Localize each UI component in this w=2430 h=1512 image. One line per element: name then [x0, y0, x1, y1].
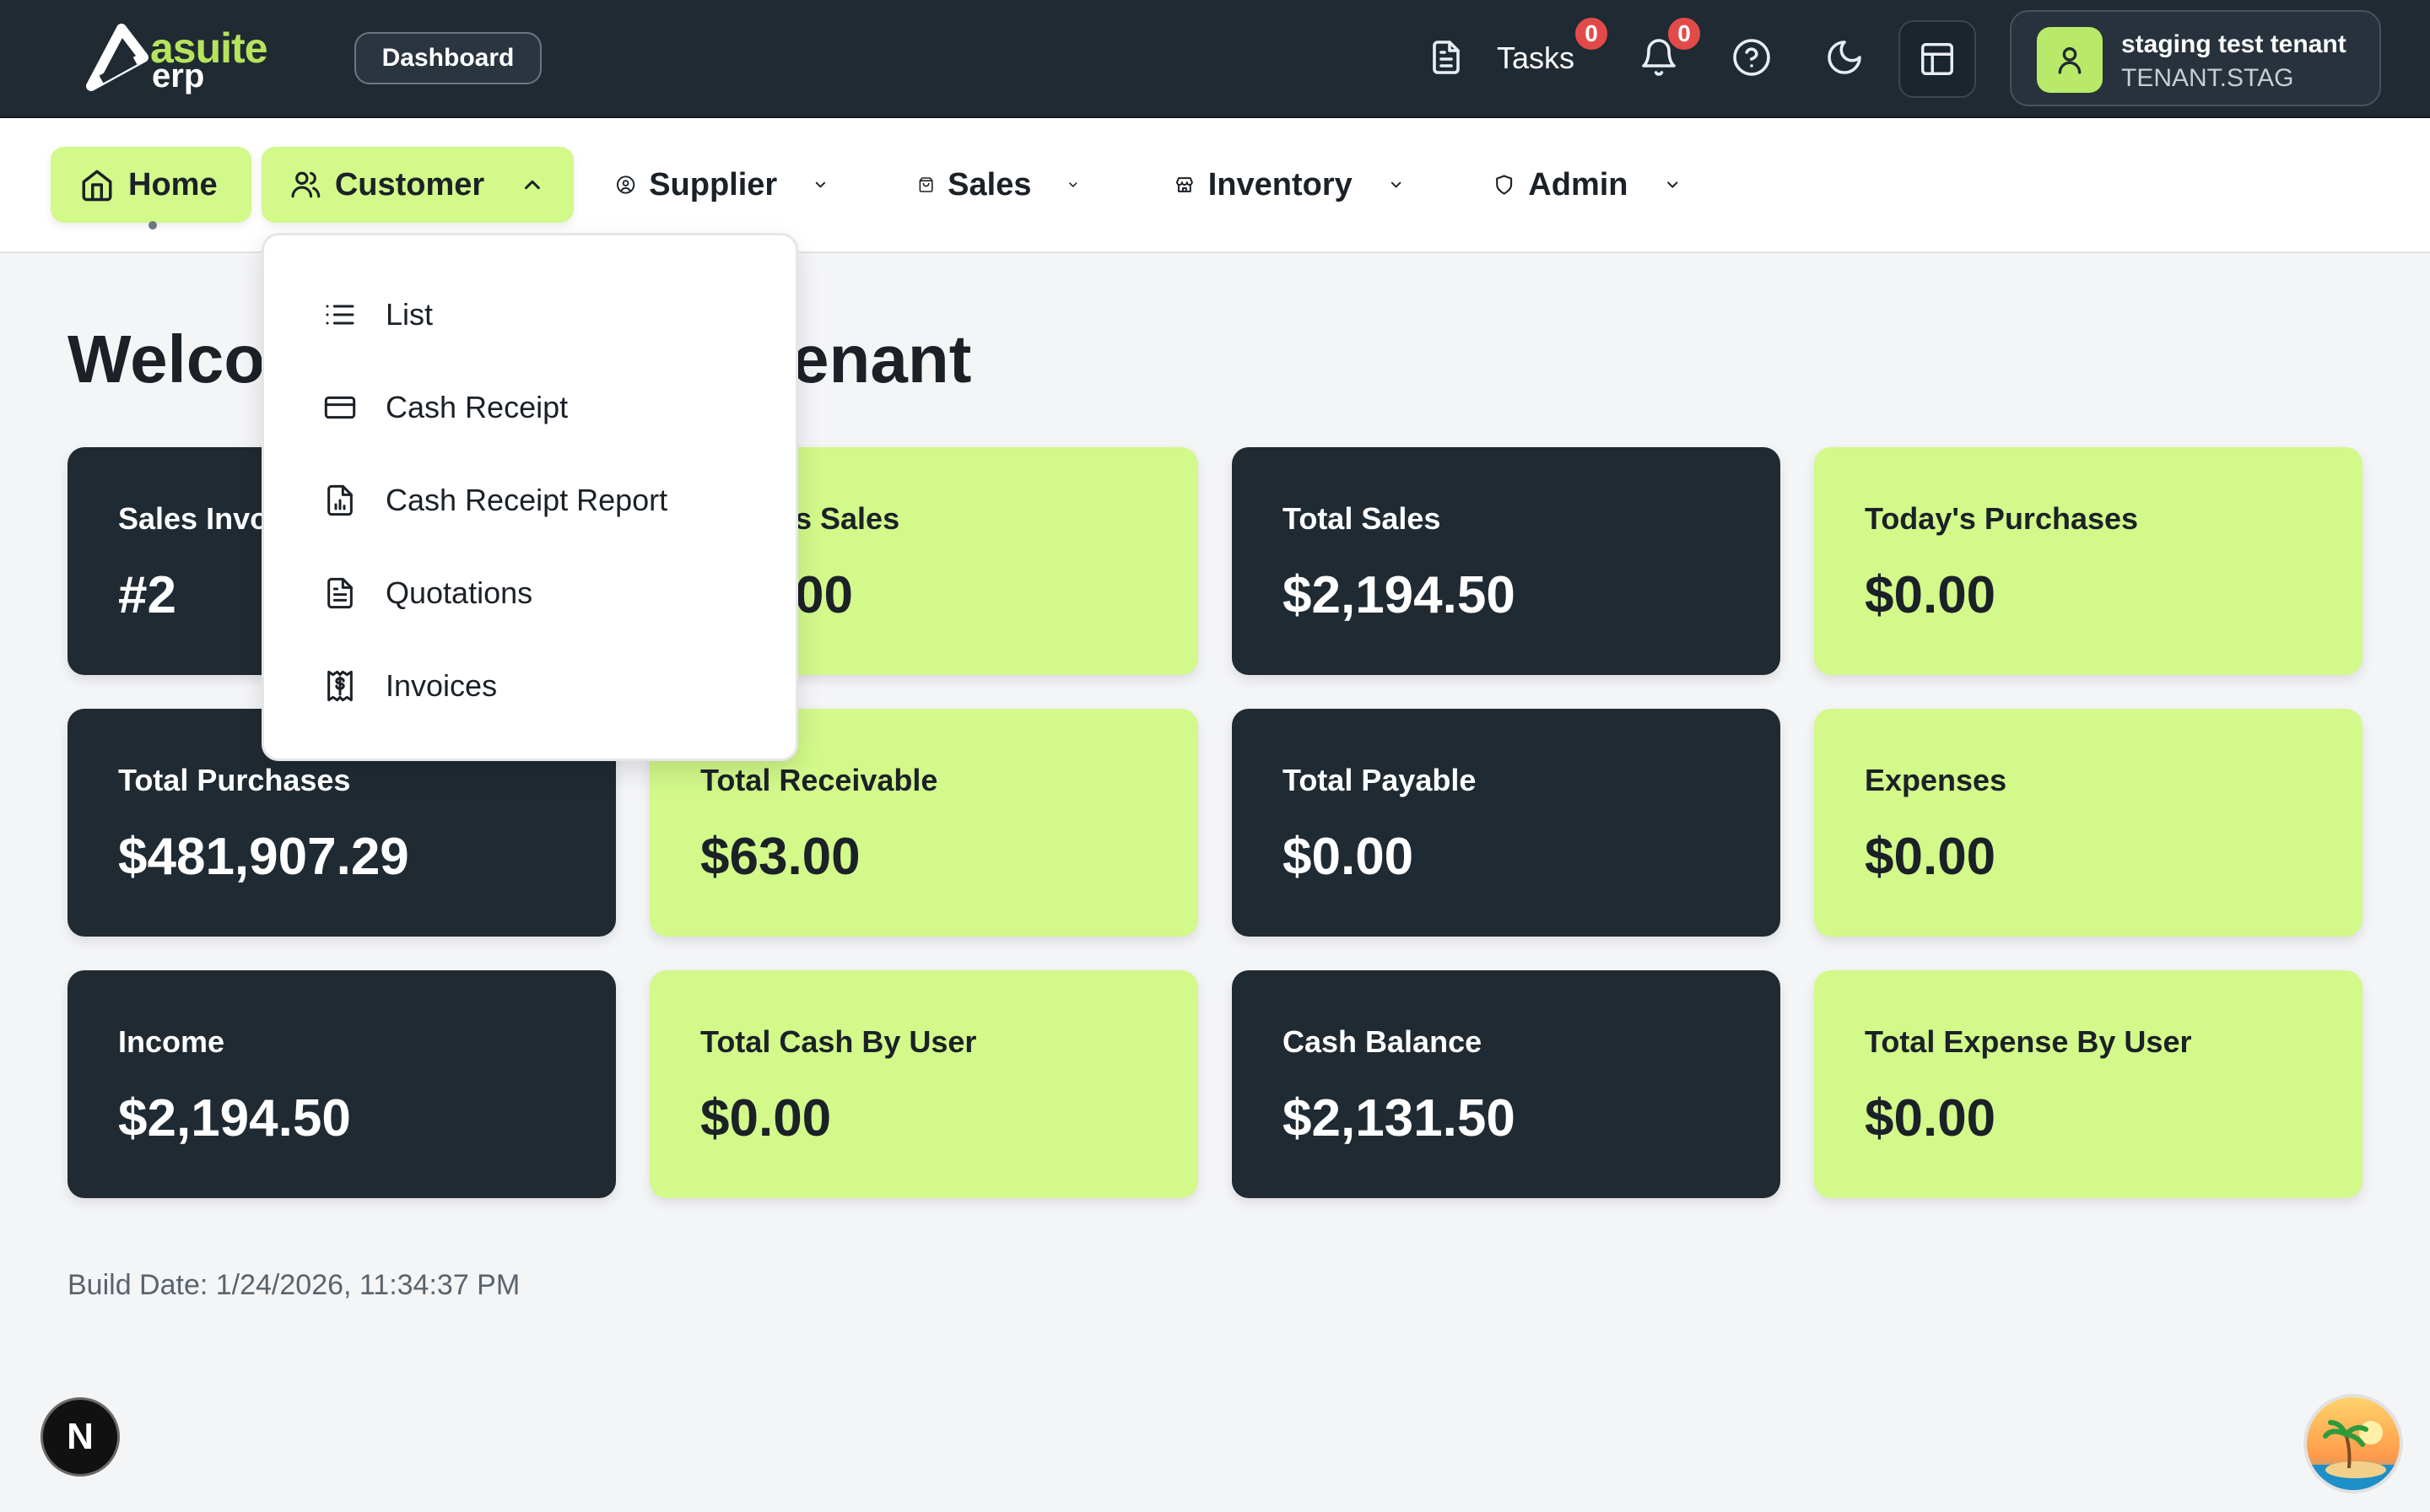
stat-card-value: $2,131.50 [1282, 1089, 1515, 1148]
credit-card-icon [324, 396, 356, 419]
nav-customer[interactable]: Customer [262, 147, 574, 223]
stat-card-title: s Sales [795, 501, 900, 536]
stat-card-title: Total Purchases [118, 763, 351, 797]
stat-card[interactable]: Total Sales $2,194.50 [1232, 447, 1780, 675]
stat-card-value: $0.00 [1282, 828, 1414, 886]
stat-card-title: Sales Invo [118, 501, 269, 536]
nav-home[interactable]: Home [51, 147, 251, 223]
page-title: Welco [68, 321, 265, 398]
top-bar: asuite erp Dashboard Tasks 0 0 staging t… [0, 0, 2430, 118]
notifications-count-badge: 0 [1666, 15, 1703, 52]
stat-card-value: $0.00 [1865, 828, 1996, 886]
logo-mark-icon [86, 24, 148, 91]
page-title-right: enant [791, 321, 972, 397]
stat-card[interactable]: Cash Balance $2,131.50 [1232, 970, 1780, 1198]
stat-card-title: Total Sales [1282, 501, 1441, 536]
stat-card-title: Total Expense By User [1865, 1024, 2192, 1059]
nav-sales[interactable]: Sales [889, 147, 1109, 223]
stat-card-title: Expenses [1865, 763, 2007, 797]
stat-card[interactable]: Today's Purchases $0.00 [1814, 447, 2362, 675]
page-title-left: Welco [68, 321, 266, 397]
nav-inventory[interactable]: Inventory [1146, 147, 1433, 223]
menu-item-label: Cash Receipt Report [386, 483, 668, 517]
stat-card-value: $0.00 [1865, 1089, 1996, 1148]
store-icon [1175, 177, 1193, 192]
chevron-down-icon [1390, 181, 1401, 188]
stat-card-value: $0.00 [1865, 566, 1996, 624]
nav-supplier[interactable]: Supplier [587, 147, 857, 223]
menu-item-cash-receipt-report[interactable]: Cash Receipt Report [323, 475, 667, 526]
stat-card[interactable]: Total Payable $0.00 [1232, 709, 1780, 937]
shopping-bag-icon [919, 177, 933, 192]
avatar [2037, 27, 2103, 93]
menu-item-label: Cash Receipt [386, 390, 569, 424]
island-icon [2307, 1397, 2400, 1490]
nav-sales-label: Sales [948, 166, 1032, 202]
stat-card-title: Total Cash By User [700, 1024, 977, 1059]
nav-home-label: Home [128, 166, 218, 202]
tasks-file-icon[interactable] [1426, 37, 1466, 78]
stat-card-title: Cash Balance [1282, 1024, 1482, 1059]
stat-card-title: Total Receivable [700, 763, 938, 797]
menu-item-cash-receipt[interactable]: Cash Receipt [323, 382, 568, 433]
menu-item-label: Invoices [386, 668, 498, 703]
menu-item-invoices[interactable]: Invoices [323, 661, 497, 711]
build-date: Build Date: 1/24/2026, 11:34:37 PM [68, 1269, 521, 1301]
list-icon [326, 305, 354, 325]
stat-card-value: #2 [118, 566, 176, 624]
file-text-icon [327, 577, 353, 609]
active-indicator-dot [148, 221, 157, 230]
page-title-right-fragment: enant [791, 321, 971, 398]
nav-admin-label: Admin [1528, 166, 1628, 202]
stat-card-value: 00 [795, 566, 853, 624]
dashboard-button[interactable]: Dashboard [354, 32, 542, 84]
menu-item-list[interactable]: List [323, 289, 433, 340]
stat-card[interactable]: Total Expense By User $0.00 [1814, 970, 2362, 1198]
shield-icon [1496, 175, 1513, 195]
menu-item-label: List [386, 297, 434, 332]
file-chart-icon [327, 484, 353, 516]
user-icon [2058, 46, 2082, 74]
customer-dropdown-menu: List Cash Receipt Cash Receipt Report Qu… [262, 233, 798, 761]
user-name: staging test tenant [2121, 30, 2346, 58]
tenant-code: TENANT.STAG [2121, 64, 2294, 92]
help-circle-icon[interactable] [1731, 37, 1772, 78]
stat-card[interactable]: Total Cash By User $0.00 [650, 970, 1198, 1198]
nav-supplier-label: Supplier [649, 166, 778, 202]
stat-card-value: $63.00 [700, 828, 861, 886]
chevron-down-icon [1069, 182, 1077, 187]
island-assistant-button[interactable] [2303, 1394, 2403, 1493]
chevron-up-icon [525, 180, 541, 190]
asuite-logo[interactable]: asuite erp [84, 24, 287, 94]
tasks-link[interactable]: Tasks [1497, 40, 1574, 76]
user-menu[interactable]: staging test tenant TENANT.STAG [2010, 10, 2381, 106]
stat-card-value: $0.00 [700, 1089, 832, 1148]
stat-card-value: $481,907.29 [118, 828, 409, 886]
stat-card[interactable]: Expenses $0.00 [1814, 709, 2362, 937]
user-circle-icon [616, 176, 635, 194]
menu-item-quotations[interactable]: Quotations [323, 568, 532, 618]
stat-card[interactable]: Income $2,194.50 [68, 970, 616, 1198]
receipt-icon [327, 670, 353, 702]
stat-card-title: Income [118, 1024, 225, 1059]
nav-inventory-label: Inventory [1207, 166, 1353, 202]
tasks-count-badge: 0 [1573, 15, 1610, 52]
logo-secondary-text: erp [152, 57, 205, 94]
home-icon [82, 170, 112, 202]
dev-tools-button[interactable]: N [40, 1397, 120, 1477]
nav-admin[interactable]: Admin [1465, 147, 1709, 223]
moon-icon[interactable] [1824, 37, 1865, 78]
layout-icon [1921, 43, 1953, 75]
stat-card-title: Today's Purchases [1865, 501, 2139, 536]
nav-customer-label: Customer [334, 166, 485, 202]
stat-card-title: Total Payable [1282, 763, 1477, 797]
users-icon [291, 171, 321, 198]
chevron-down-icon [815, 181, 826, 188]
stat-card-value: $2,194.50 [118, 1089, 351, 1148]
chevron-down-icon [1666, 181, 1677, 188]
stat-card-value: $2,194.50 [1282, 566, 1515, 624]
menu-item-label: Quotations [386, 575, 533, 610]
layout-toggle-button[interactable] [1898, 20, 1976, 98]
